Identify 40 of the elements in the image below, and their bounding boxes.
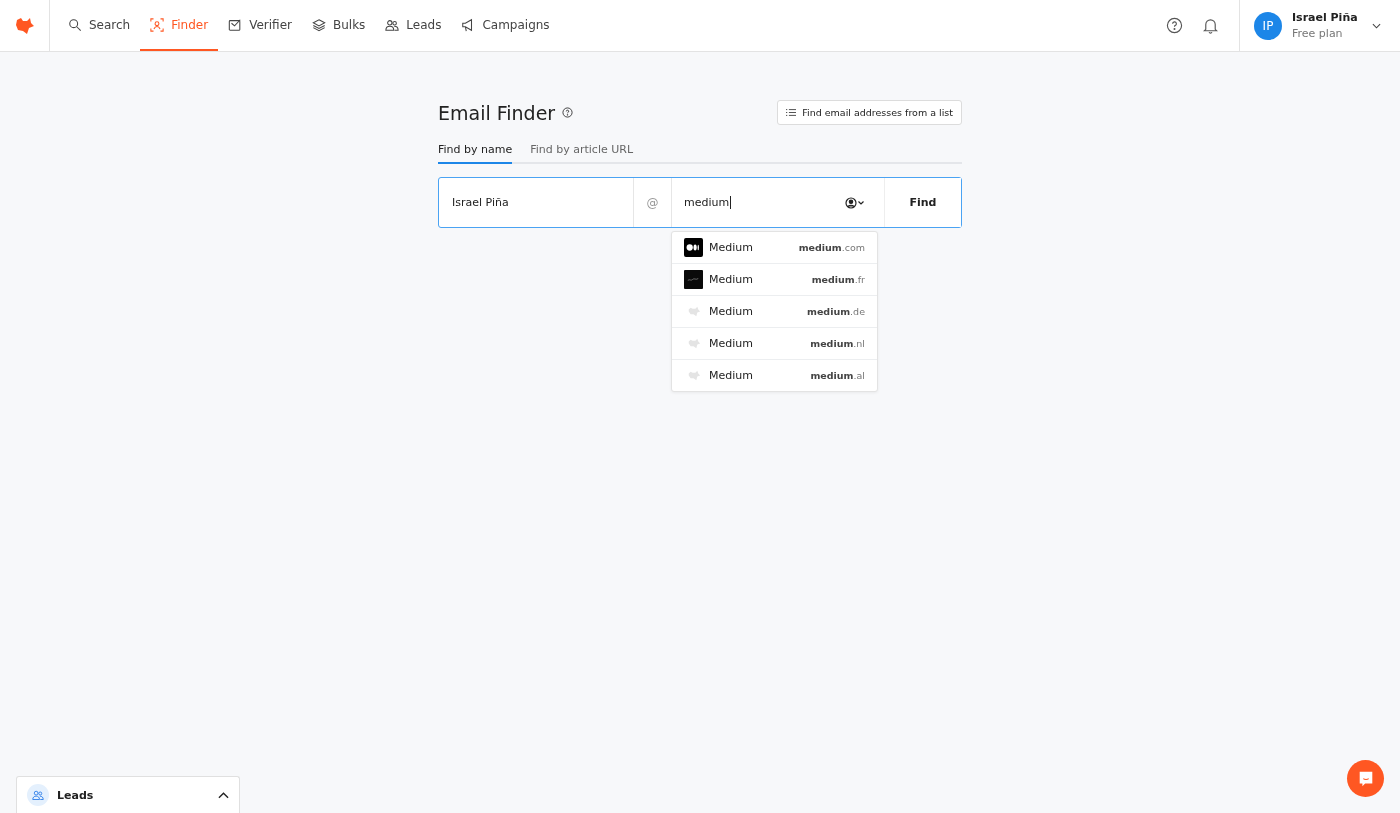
medium-logo-icon (684, 238, 703, 257)
help-icon[interactable] (1166, 17, 1183, 34)
nav-tab[interactable]: Verifier (218, 0, 302, 51)
chevron-down-icon (1371, 22, 1381, 29)
suggestion-item[interactable]: Medium medium.de (672, 295, 877, 327)
user-name: Israel Piña (1292, 11, 1358, 24)
leads-label: Leads (57, 788, 94, 802)
domain-field[interactable]: medium (672, 178, 845, 227)
fox-logo-icon[interactable] (14, 16, 35, 35)
at-sign: @ (634, 178, 672, 227)
suggestion-item[interactable]: Medium medium.nl (672, 327, 877, 359)
user-menu[interactable]: IP Israel Piña Free plan (1239, 0, 1400, 51)
layers-icon (311, 17, 326, 32)
search-icon (68, 17, 82, 32)
nav-tab[interactable]: Search (58, 0, 141, 51)
leads-panel[interactable]: Leads (16, 776, 240, 813)
tab[interactable]: Find by article URL (530, 143, 634, 164)
nav-tab[interactable]: Bulks (301, 0, 376, 51)
list-icon (786, 108, 797, 117)
notification-bell-icon[interactable] (1202, 17, 1219, 34)
find-button[interactable]: Find (884, 178, 961, 227)
suggestion-item[interactable]: Medium medium.al (672, 359, 877, 391)
user-plan: Free plan (1292, 27, 1344, 40)
avatar: IP (1254, 11, 1282, 40)
person-selector-icon[interactable] (845, 196, 865, 209)
find-from-list-button[interactable]: Find email addresses from a list (777, 100, 962, 125)
nav-tab[interactable]: Campaigns (451, 0, 560, 51)
name-field[interactable]: Israel Piña (439, 178, 634, 227)
checkbox-icon (228, 17, 243, 32)
suggestion-item[interactable]: Medium medium.com (672, 232, 877, 263)
page-title: Email Finder (438, 101, 556, 124)
help-icon[interactable] (562, 107, 574, 118)
chat-button[interactable] (1347, 760, 1384, 797)
tab[interactable]: Find by name (438, 143, 513, 164)
person-frame-icon (150, 17, 165, 32)
suggestion-item[interactable]: Medium medium.fr (672, 263, 877, 295)
dark-logo-icon (684, 270, 703, 289)
people-icon (27, 784, 49, 806)
people-icon (385, 17, 400, 32)
nav-tab[interactable]: Leads (375, 0, 452, 51)
